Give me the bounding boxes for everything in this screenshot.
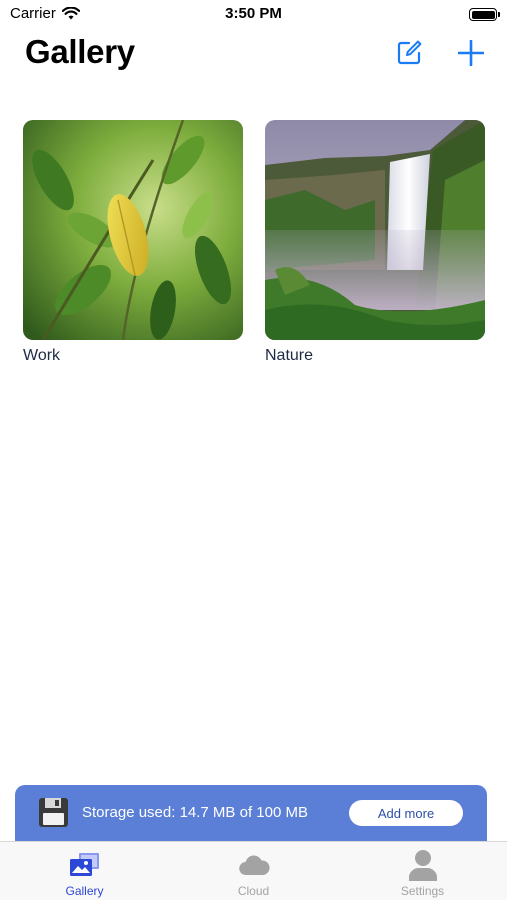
page-title: Gallery [25,33,135,70]
photos-icon [69,853,99,876]
battery-icon [469,8,500,21]
person-icon [408,850,437,881]
add-more-button[interactable]: Add more [349,800,463,826]
compose-button[interactable] [392,36,426,70]
tab-gallery[interactable]: Gallery [0,842,169,900]
tab-label-settings: Settings [400,884,445,898]
cloud-icon [238,855,270,876]
album-thumbnail-work [23,120,243,340]
compose-icon [397,40,422,65]
floppy-disk-icon [39,798,68,827]
storage-usage-text: Storage used: 14.7 MB of 100 MB [82,804,308,821]
album-thumbnail-nature [265,120,485,340]
album-nature[interactable]: Nature [265,120,485,365]
tab-label-cloud: Cloud [237,884,270,898]
tab-settings[interactable]: Settings [338,842,507,900]
plus-icon [458,40,484,66]
storage-banner: Storage used: 14.7 MB of 100 MB Add more [15,785,487,841]
tab-label-gallery: Gallery [65,884,104,898]
status-time: 3:50 PM [225,5,282,22]
add-album-button[interactable] [454,36,488,70]
status-bar: Carrier 3:50 PM [0,0,507,28]
album-work[interactable]: Work [23,120,243,365]
tab-bar: Gallery Cloud Settings [0,841,507,900]
album-name-work: Work [23,347,61,364]
tab-cloud[interactable]: Cloud [169,842,338,900]
album-name-nature: Nature [265,347,314,364]
